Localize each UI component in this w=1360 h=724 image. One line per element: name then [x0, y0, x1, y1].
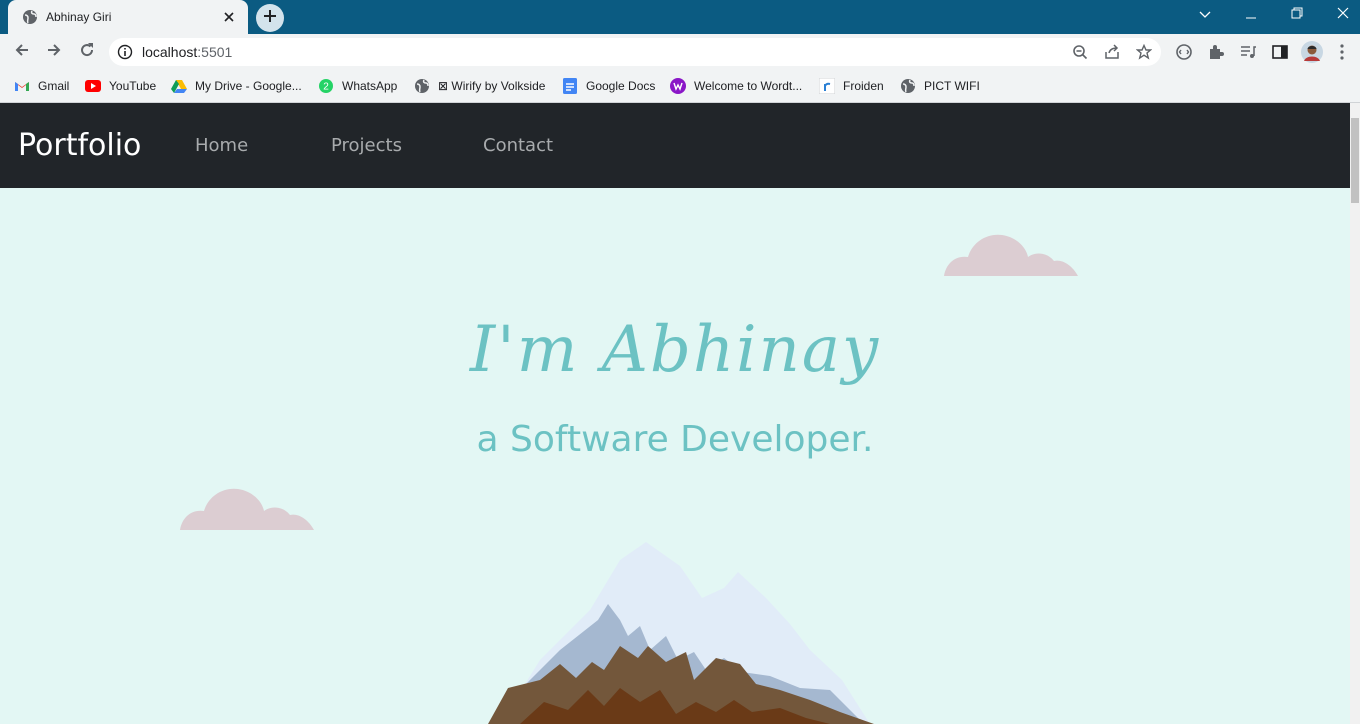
info-icon[interactable] [117, 44, 133, 60]
media-icon[interactable] [1236, 40, 1260, 64]
browser-chrome: Abhinay Giri localhost:5501 Gmail YouTub… [0, 0, 1360, 103]
drive-icon [171, 78, 187, 94]
bookmark-gmail[interactable]: Gmail [14, 75, 69, 97]
hero-tagline: a Software Developer. [476, 419, 874, 460]
whatsapp-icon: 2 [318, 78, 334, 94]
side-panel-icon[interactable] [1268, 40, 1292, 64]
nav-contact[interactable]: Contact [483, 135, 553, 156]
browser-tab[interactable]: Abhinay Giri [8, 0, 248, 34]
new-tab-button[interactable] [256, 4, 284, 32]
nav-home[interactable]: Home [195, 135, 248, 156]
docs-icon [562, 78, 578, 94]
bookmarks-bar: Gmail YouTube My Drive - Google... 2 Wha… [0, 70, 1360, 103]
url-port: :5501 [197, 44, 233, 60]
bookmark-drive[interactable]: My Drive - Google... [171, 75, 302, 97]
restore-button[interactable] [1274, 0, 1320, 30]
puzzle-icon[interactable] [1204, 40, 1228, 64]
zoom-icon[interactable] [1069, 42, 1091, 62]
chevron-down-icon [1199, 6, 1211, 24]
plus-icon [263, 9, 277, 28]
wordtune-icon [670, 78, 686, 94]
reload-icon [79, 42, 95, 63]
more-icon[interactable] [1330, 40, 1354, 64]
star-icon[interactable] [1133, 42, 1155, 62]
gmail-icon [14, 78, 30, 94]
bookmark-youtube[interactable]: YouTube [85, 75, 156, 97]
close-icon [1337, 6, 1349, 24]
address-bar[interactable]: localhost:5501 [109, 38, 1161, 66]
froiden-icon [819, 78, 835, 94]
minimize-button[interactable] [1228, 0, 1274, 30]
back-button[interactable] [8, 38, 36, 66]
bookmark-whatsapp[interactable]: 2 WhatsApp [318, 75, 397, 97]
arrow-left-icon [14, 42, 30, 63]
globe-icon [414, 78, 430, 94]
bookmark-google-docs[interactable]: Google Docs [562, 75, 655, 97]
bookmark-froiden[interactable]: Froiden [819, 75, 884, 97]
bookmark-wordtune[interactable]: Welcome to Wordt... [670, 75, 802, 97]
url-host: localhost [142, 44, 198, 60]
bookmark-label: PICT WIFI [924, 79, 980, 93]
bookmark-label: Google Docs [586, 79, 656, 93]
tab-search-button[interactable] [1182, 0, 1228, 30]
tab-title: Abhinay Giri [46, 10, 112, 24]
bookmark-label: ⊠ Wirify by Volkside [438, 79, 546, 93]
reload-button[interactable] [73, 38, 101, 66]
share-icon[interactable] [1101, 42, 1123, 62]
site-navbar: Portfolio Home Projects Contact [0, 103, 1350, 188]
minimize-icon [1246, 6, 1256, 24]
whatsapp-badge: 2 [323, 82, 329, 93]
arrow-right-icon [46, 42, 62, 63]
extension-icon[interactable] [1172, 40, 1196, 64]
bookmark-label: My Drive - Google... [195, 79, 302, 93]
bookmark-label: WhatsApp [342, 79, 398, 93]
cloud-top [944, 234, 1078, 276]
restore-icon [1291, 6, 1303, 24]
scrollbar-thumb[interactable] [1351, 118, 1359, 203]
tab-strip: Abhinay Giri [0, 0, 1360, 34]
bookmark-label: Gmail [38, 79, 70, 93]
address-url[interactable]: localhost:5501 [142, 44, 232, 60]
window-close-button[interactable] [1320, 0, 1360, 30]
globe-icon [22, 9, 38, 25]
bookmark-label: Froiden [843, 79, 884, 93]
close-icon[interactable] [220, 8, 238, 26]
bookmark-pict-wifi[interactable]: PICT WIFI [900, 75, 980, 97]
hero-name: I'm Abhinay [469, 313, 881, 387]
avatar[interactable] [1300, 40, 1324, 64]
page-viewport: Portfolio Home Projects Contact I'm Abhi… [0, 103, 1350, 724]
site-brand[interactable]: Portfolio [18, 128, 141, 163]
mountain-illustration [488, 542, 874, 724]
bookmark-wirify[interactable]: ⊠ Wirify by Volkside [414, 75, 545, 97]
bookmark-label: YouTube [109, 79, 157, 93]
nav-projects[interactable]: Projects [331, 135, 402, 156]
youtube-icon [85, 78, 101, 94]
forward-button[interactable] [40, 38, 68, 66]
cloud-left [180, 488, 314, 530]
bookmark-label: Welcome to Wordt... [694, 79, 803, 93]
browser-toolbar: localhost:5501 [0, 34, 1360, 70]
page-scrollbar[interactable] [1350, 103, 1360, 724]
globe-icon [900, 78, 916, 94]
